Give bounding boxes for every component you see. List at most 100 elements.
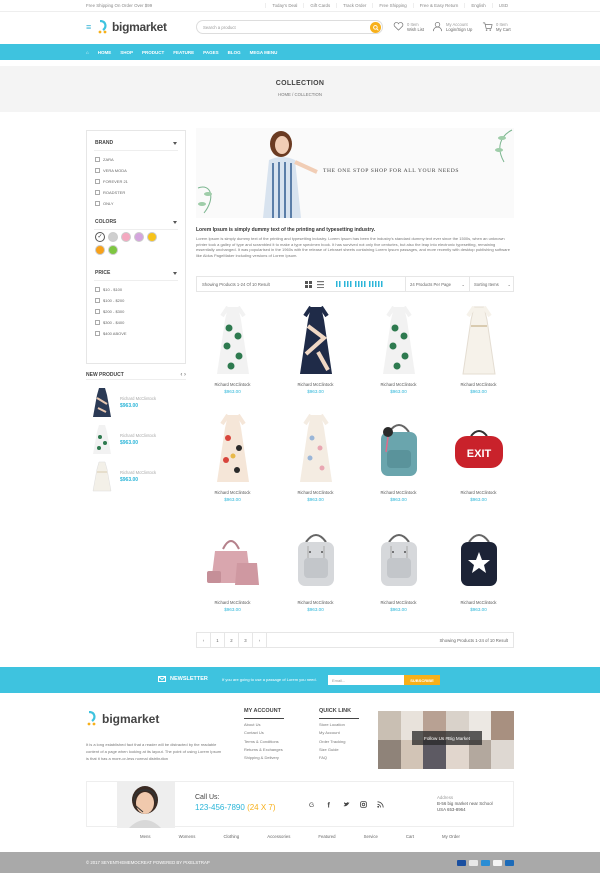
account[interactable]: My Account Login/Sign Up	[432, 21, 472, 32]
next-arrow-icon[interactable]: ›	[184, 372, 186, 378]
footer-logo[interactable]: bigmarket	[86, 711, 159, 727]
product-name[interactable]: Richard McClintock	[279, 490, 352, 495]
price-checkbox[interactable]: $300 - $400	[87, 317, 185, 328]
search-button[interactable]	[370, 22, 381, 33]
footer-link[interactable]: Returns & Exchanges	[244, 747, 284, 752]
search-box[interactable]: Search a product	[196, 20, 383, 34]
product-image[interactable]	[442, 520, 515, 598]
logo[interactable]: ≡ bigmarket	[86, 20, 167, 34]
product-name[interactable]: Richard McClintock	[279, 382, 352, 387]
product-name[interactable]: Richard McClintock	[196, 490, 269, 495]
product-card[interactable]: Richard McClintock $963.00	[442, 520, 515, 624]
footer-menu-link[interactable]: My Order	[428, 834, 474, 839]
price-filter-header[interactable]: PRICE	[87, 266, 185, 280]
product-name[interactable]: Richard McClintock	[362, 382, 435, 387]
footer-link[interactable]: My Account	[319, 730, 359, 735]
footer-menu-link[interactable]: Accessories	[253, 834, 304, 839]
per-page-select[interactable]: 24 Products Per Page ⌄	[405, 277, 469, 291]
brand-checkbox[interactable]: ONLY	[87, 198, 185, 209]
product-card[interactable]: Richard McClintock $963.00	[196, 410, 269, 514]
instagram-gallery[interactable]: Follow Us #Big Market	[378, 711, 514, 769]
product-card[interactable]: Richard McClintock $963.00	[279, 520, 352, 624]
footer-menu-link[interactable]: Womens	[165, 834, 210, 839]
top-link-shipping[interactable]: Free Shipping	[372, 3, 412, 8]
color-swatch[interactable]	[134, 232, 144, 242]
prev-page-button[interactable]: ‹	[197, 633, 211, 647]
product-card[interactable]: Richard McClintock $963.00	[196, 302, 269, 406]
product-card[interactable]: Richard McClintock $963.00	[279, 302, 352, 406]
footer-link[interactable]: Contact Us	[244, 730, 284, 735]
product-card[interactable]: Richard McClintock $963.00	[362, 520, 435, 624]
nav-blog[interactable]: BLOG	[228, 50, 241, 55]
product-image[interactable]	[279, 410, 352, 488]
color-swatch[interactable]	[108, 245, 118, 255]
footer-link[interactable]: About Us	[244, 722, 284, 727]
currency-select[interactable]: USD	[491, 3, 514, 8]
phone-number[interactable]: 123-456-7890 (24 X 7)	[195, 803, 276, 812]
product-name[interactable]: Richard McClintock	[442, 382, 515, 387]
price-checkbox[interactable]: $10 - $100	[87, 284, 185, 295]
product-card[interactable]: Richard McClintock $963.00	[196, 520, 269, 624]
instagram-icon[interactable]	[360, 801, 367, 808]
facebook-icon[interactable]: f	[326, 801, 333, 809]
footer-menu-link[interactable]: Mens	[126, 834, 165, 839]
color-swatch[interactable]	[95, 245, 105, 255]
footer-menu-link[interactable]: Service	[350, 834, 392, 839]
footer-menu-link[interactable]: Clothing	[209, 834, 253, 839]
page-button[interactable]: 1	[211, 633, 225, 647]
hamburger-icon[interactable]: ≡	[86, 22, 94, 32]
footer-link[interactable]: Shipping & Delivery	[244, 755, 284, 760]
top-link-return[interactable]: Free & Easy Return	[412, 3, 465, 8]
top-link-giftcards[interactable]: Gift Cards	[303, 3, 336, 8]
color-swatch[interactable]: ✓	[95, 232, 105, 242]
nav-feature[interactable]: FEATURE	[173, 50, 194, 55]
product-name[interactable]: Richard McClintock	[362, 490, 435, 495]
brand-checkbox[interactable]: FOREVER 21	[87, 176, 185, 187]
product-card[interactable]: Richard McClintock $963.00	[362, 410, 435, 514]
footer-link[interactable]: Size Guide	[319, 747, 359, 752]
product-image[interactable]	[196, 302, 269, 380]
brand-checkbox[interactable]: VERA MODA	[87, 165, 185, 176]
google-plus-icon[interactable]: G	[309, 801, 316, 808]
nav-pages[interactable]: PAGES	[203, 50, 218, 55]
brand-checkbox[interactable]: ROADSTER	[87, 187, 185, 198]
footer-menu-link[interactable]: Featured	[304, 834, 349, 839]
product-card[interactable]: Richard McClintock $963.00	[442, 302, 515, 406]
product-card[interactable]: Richard McClintock $963.00	[279, 410, 352, 514]
product-image[interactable]: EXIT	[442, 410, 515, 488]
nav-shop[interactable]: SHOP	[120, 50, 133, 55]
brand-checkbox[interactable]: ZARA	[87, 154, 185, 165]
price-checkbox[interactable]: $400 ABOVE	[87, 328, 185, 339]
footer-link[interactable]: Order Tracking	[319, 739, 359, 744]
footer-link[interactable]: Terms & Conditions	[244, 739, 284, 744]
grid-view-icon[interactable]	[305, 280, 312, 288]
language-select[interactable]: English	[464, 3, 491, 8]
color-swatch[interactable]	[108, 232, 118, 242]
footer-menu-link[interactable]: Cart	[392, 834, 428, 839]
twitter-icon[interactable]	[343, 801, 350, 808]
footer-link[interactable]: FAQ	[319, 755, 359, 760]
brand-filter-header[interactable]: BRAND	[87, 136, 185, 150]
product-name[interactable]: Richard McClintock	[196, 600, 269, 605]
footer-link[interactable]: Store Location	[319, 722, 359, 727]
top-link-deals[interactable]: Today's Deal	[265, 3, 303, 8]
new-product-item[interactable]: Richard McClintock $963.00	[86, 459, 186, 494]
next-page-button[interactable]: ›	[253, 633, 267, 647]
prev-arrow-icon[interactable]: ‹	[180, 372, 182, 378]
nav-product[interactable]: PRODUCT	[142, 50, 164, 55]
color-swatch[interactable]	[121, 232, 131, 242]
product-name[interactable]: Richard McClintock	[442, 600, 515, 605]
page-button[interactable]: 2	[225, 633, 239, 647]
product-name[interactable]: Richard McClintock	[279, 600, 352, 605]
product-image[interactable]	[442, 302, 515, 380]
search-input[interactable]: Search a product	[203, 25, 236, 30]
top-link-track[interactable]: Track Order	[336, 3, 372, 8]
new-product-item[interactable]: Richard McClintock $963.00	[86, 385, 186, 420]
product-image[interactable]	[279, 302, 352, 380]
new-product-item[interactable]: Richard McClintock $963.00	[86, 422, 186, 457]
product-name[interactable]: Richard McClintock	[362, 600, 435, 605]
price-checkbox[interactable]: $200 - $300	[87, 306, 185, 317]
home-icon[interactable]: ⌂	[86, 50, 89, 55]
product-image[interactable]	[362, 520, 435, 598]
nav-home[interactable]: HOME	[98, 50, 112, 55]
